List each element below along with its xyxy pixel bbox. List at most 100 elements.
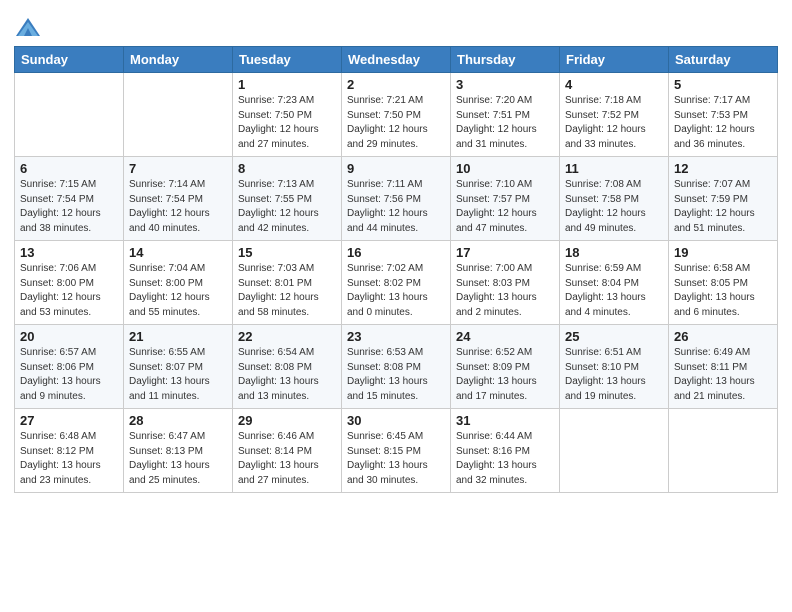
day-number: 6 xyxy=(20,161,118,176)
calendar-cell: 25Sunrise: 6:51 AMSunset: 8:10 PMDayligh… xyxy=(560,325,669,409)
page: SundayMondayTuesdayWednesdayThursdayFrid… xyxy=(0,0,792,503)
day-number: 14 xyxy=(129,245,227,260)
header xyxy=(14,10,778,42)
day-info: Sunrise: 7:15 AMSunset: 7:54 PMDaylight:… xyxy=(20,178,118,236)
calendar-cell: 31 Sunrise: 6:44 AMSunset: 8:16 PMDayligh… xyxy=(451,409,560,493)
calendar-cell: 4 Sunrise: 7:18 AMSunset: 7:52 PMDaylight… xyxy=(560,73,669,157)
day-number: 3 xyxy=(456,77,554,92)
day-info: Sunrise: 6:47 AMSunset: 8:13 PMDaylight:… xyxy=(129,430,227,488)
col-header-saturday: Saturday xyxy=(669,47,778,73)
day-number: 23 xyxy=(347,329,445,344)
calendar-cell: 20 Sunrise: 6:57 AMSunset: 8:06 PMDayligh… xyxy=(15,325,124,409)
day-number: 12 xyxy=(674,161,772,176)
calendar-cell: 9 Sunrise: 7:11 AMSunset: 7:56 PMDaylight… xyxy=(342,157,451,241)
day-info: Sunrise: 6:55 AMSunset: 8:07 PMDaylight:… xyxy=(129,346,227,404)
week-row-3: 20 Sunrise: 6:57 AMSunset: 8:06 PMDayligh… xyxy=(15,325,778,409)
logo-icon xyxy=(14,14,42,42)
day-info: Sunrise: 6:58 AMSunset: 8:05 PMDaylight:… xyxy=(674,262,772,320)
day-number: 1 xyxy=(238,77,336,92)
day-number: 13 xyxy=(20,245,118,260)
day-number: 16 xyxy=(347,245,445,260)
day-number: 22 xyxy=(238,329,336,344)
day-info: Sunrise: 6:45 AMSunset: 8:15 PMDaylight:… xyxy=(347,430,445,488)
calendar-cell: 27Sunrise: 6:48 AMSunset: 8:12 PMDayligh… xyxy=(15,409,124,493)
calendar-cell: 3Sunrise: 7:20 AMSunset: 7:51 PMDaylight… xyxy=(451,73,560,157)
day-number: 21 xyxy=(129,329,227,344)
day-info: Sunrise: 7:04 AMSunset: 8:00 PMDaylight:… xyxy=(129,262,227,320)
day-number: 10 xyxy=(456,161,554,176)
calendar-cell: 18Sunrise: 6:59 AMSunset: 8:04 PMDayligh… xyxy=(560,241,669,325)
day-number: 5 xyxy=(674,77,772,92)
calendar-cell: 5 Sunrise: 7:17 AMSunset: 7:53 PMDaylight… xyxy=(669,73,778,157)
calendar-cell: 19 Sunrise: 6:58 AMSunset: 8:05 PMDayligh… xyxy=(669,241,778,325)
col-header-friday: Friday xyxy=(560,47,669,73)
day-number: 19 xyxy=(674,245,772,260)
day-info: Sunrise: 7:02 AMSunset: 8:02 PMDaylight:… xyxy=(347,262,445,320)
day-info: Sunrise: 7:03 AMSunset: 8:01 PMDaylight:… xyxy=(238,262,336,320)
calendar-cell: 22 Sunrise: 6:54 AMSunset: 8:08 PMDayligh… xyxy=(233,325,342,409)
calendar-cell: 14 Sunrise: 7:04 AMSunset: 8:00 PMDayligh… xyxy=(124,241,233,325)
day-number: 17 xyxy=(456,245,554,260)
calendar-cell xyxy=(560,409,669,493)
calendar-cell: 10 Sunrise: 7:10 AMSunset: 7:57 PMDayligh… xyxy=(451,157,560,241)
calendar-cell xyxy=(124,73,233,157)
day-info: Sunrise: 6:44 AMSunset: 8:16 PMDaylight:… xyxy=(456,430,554,488)
day-info: Sunrise: 6:51 AMSunset: 8:10 PMDaylight:… xyxy=(565,346,663,404)
day-number: 28 xyxy=(129,413,227,428)
day-info: Sunrise: 7:21 AMSunset: 7:50 PMDaylight:… xyxy=(347,94,445,152)
header-row: SundayMondayTuesdayWednesdayThursdayFrid… xyxy=(15,47,778,73)
day-number: 15 xyxy=(238,245,336,260)
day-info: Sunrise: 6:46 AMSunset: 8:14 PMDaylight:… xyxy=(238,430,336,488)
calendar-cell: 17 Sunrise: 7:00 AMSunset: 8:03 PMDayligh… xyxy=(451,241,560,325)
day-number: 24 xyxy=(456,329,554,344)
col-header-monday: Monday xyxy=(124,47,233,73)
calendar-cell xyxy=(669,409,778,493)
day-info: Sunrise: 6:49 AMSunset: 8:11 PMDaylight:… xyxy=(674,346,772,404)
calendar-cell: 29 Sunrise: 6:46 AMSunset: 8:14 PMDayligh… xyxy=(233,409,342,493)
week-row-0: 1 Sunrise: 7:23 AMSunset: 7:50 PMDaylight… xyxy=(15,73,778,157)
day-number: 9 xyxy=(347,161,445,176)
col-header-wednesday: Wednesday xyxy=(342,47,451,73)
day-info: Sunrise: 6:52 AMSunset: 8:09 PMDaylight:… xyxy=(456,346,554,404)
calendar-cell: 30 Sunrise: 6:45 AMSunset: 8:15 PMDayligh… xyxy=(342,409,451,493)
day-number: 4 xyxy=(565,77,663,92)
calendar-cell: 24 Sunrise: 6:52 AMSunset: 8:09 PMDayligh… xyxy=(451,325,560,409)
calendar-cell: 16 Sunrise: 7:02 AMSunset: 8:02 PMDayligh… xyxy=(342,241,451,325)
calendar-cell: 15 Sunrise: 7:03 AMSunset: 8:01 PMDayligh… xyxy=(233,241,342,325)
day-number: 26 xyxy=(674,329,772,344)
day-number: 30 xyxy=(347,413,445,428)
calendar-cell: 26 Sunrise: 6:49 AMSunset: 8:11 PMDayligh… xyxy=(669,325,778,409)
day-info: Sunrise: 6:54 AMSunset: 8:08 PMDaylight:… xyxy=(238,346,336,404)
calendar-cell: 6 Sunrise: 7:15 AMSunset: 7:54 PMDaylight… xyxy=(15,157,124,241)
calendar-cell: 2Sunrise: 7:21 AMSunset: 7:50 PMDaylight… xyxy=(342,73,451,157)
day-info: Sunrise: 7:07 AMSunset: 7:59 PMDaylight:… xyxy=(674,178,772,236)
day-number: 11 xyxy=(565,161,663,176)
calendar-cell: 8Sunrise: 7:13 AMSunset: 7:55 PMDaylight… xyxy=(233,157,342,241)
day-info: Sunrise: 7:17 AMSunset: 7:53 PMDaylight:… xyxy=(674,94,772,152)
day-info: Sunrise: 7:18 AMSunset: 7:52 PMDaylight:… xyxy=(565,94,663,152)
day-number: 29 xyxy=(238,413,336,428)
logo xyxy=(14,14,46,42)
week-row-1: 6 Sunrise: 7:15 AMSunset: 7:54 PMDaylight… xyxy=(15,157,778,241)
day-number: 31 xyxy=(456,413,554,428)
day-info: Sunrise: 6:57 AMSunset: 8:06 PMDaylight:… xyxy=(20,346,118,404)
day-number: 18 xyxy=(565,245,663,260)
col-header-sunday: Sunday xyxy=(15,47,124,73)
calendar-cell: 7 Sunrise: 7:14 AMSunset: 7:54 PMDaylight… xyxy=(124,157,233,241)
day-number: 20 xyxy=(20,329,118,344)
day-info: Sunrise: 6:53 AMSunset: 8:08 PMDaylight:… xyxy=(347,346,445,404)
calendar-cell: 11 Sunrise: 7:08 AMSunset: 7:58 PMDayligh… xyxy=(560,157,669,241)
day-info: Sunrise: 7:11 AMSunset: 7:56 PMDaylight:… xyxy=(347,178,445,236)
day-info: Sunrise: 7:23 AMSunset: 7:50 PMDaylight:… xyxy=(238,94,336,152)
calendar-cell: 12 Sunrise: 7:07 AMSunset: 7:59 PMDayligh… xyxy=(669,157,778,241)
day-info: Sunrise: 6:48 AMSunset: 8:12 PMDaylight:… xyxy=(20,430,118,488)
day-info: Sunrise: 7:10 AMSunset: 7:57 PMDaylight:… xyxy=(456,178,554,236)
week-row-4: 27Sunrise: 6:48 AMSunset: 8:12 PMDayligh… xyxy=(15,409,778,493)
day-info: Sunrise: 7:14 AMSunset: 7:54 PMDaylight:… xyxy=(129,178,227,236)
day-info: Sunrise: 7:00 AMSunset: 8:03 PMDaylight:… xyxy=(456,262,554,320)
calendar-cell: 23 Sunrise: 6:53 AMSunset: 8:08 PMDayligh… xyxy=(342,325,451,409)
day-info: Sunrise: 7:08 AMSunset: 7:58 PMDaylight:… xyxy=(565,178,663,236)
day-number: 7 xyxy=(129,161,227,176)
day-info: Sunrise: 7:13 AMSunset: 7:55 PMDaylight:… xyxy=(238,178,336,236)
calendar-table: SundayMondayTuesdayWednesdayThursdayFrid… xyxy=(14,46,778,493)
